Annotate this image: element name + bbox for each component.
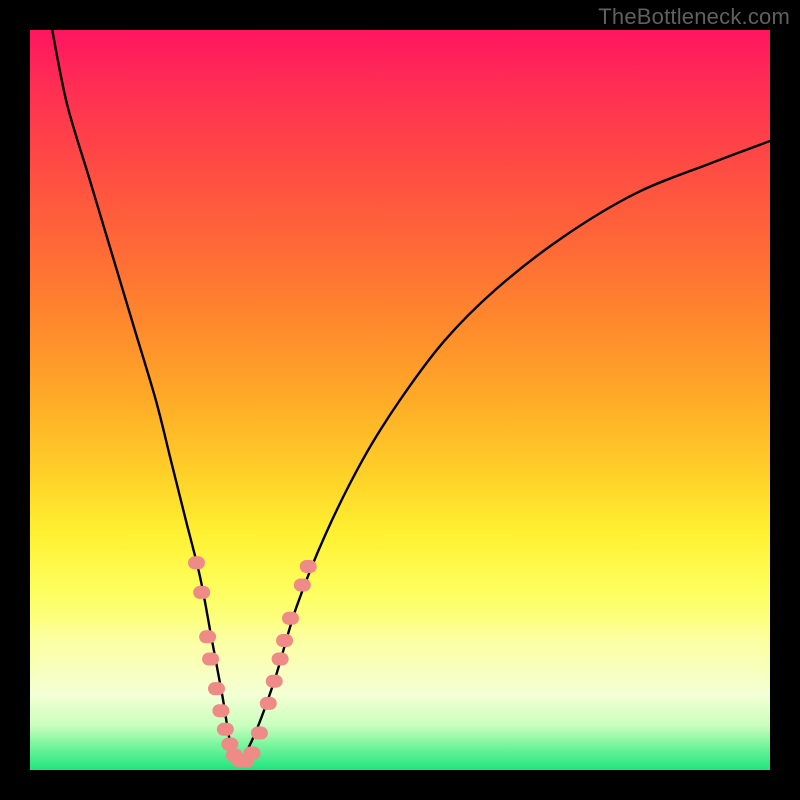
curve-marker: [200, 631, 216, 643]
curve-marker: [266, 675, 282, 687]
curve-marker: [217, 723, 233, 735]
curve-svg: [30, 30, 770, 770]
marker-group: [189, 557, 317, 767]
curve-marker: [282, 612, 298, 624]
curve-marker: [213, 705, 229, 717]
curve-marker: [260, 697, 276, 709]
curve-marker: [203, 653, 219, 665]
curve-marker: [189, 557, 205, 569]
curve-marker: [244, 747, 260, 759]
watermark-text: TheBottleneck.com: [598, 4, 790, 30]
plot-area: [30, 30, 770, 770]
curve-marker: [208, 683, 224, 695]
curve-marker: [277, 635, 293, 647]
chart-frame: TheBottleneck.com: [0, 0, 800, 800]
curve-marker: [294, 579, 310, 591]
curve-marker: [194, 586, 210, 598]
curve-marker: [222, 738, 238, 750]
bottleneck-curve: [52, 30, 770, 763]
curve-marker: [251, 727, 267, 739]
curve-marker: [300, 561, 316, 573]
curve-marker: [272, 653, 288, 665]
